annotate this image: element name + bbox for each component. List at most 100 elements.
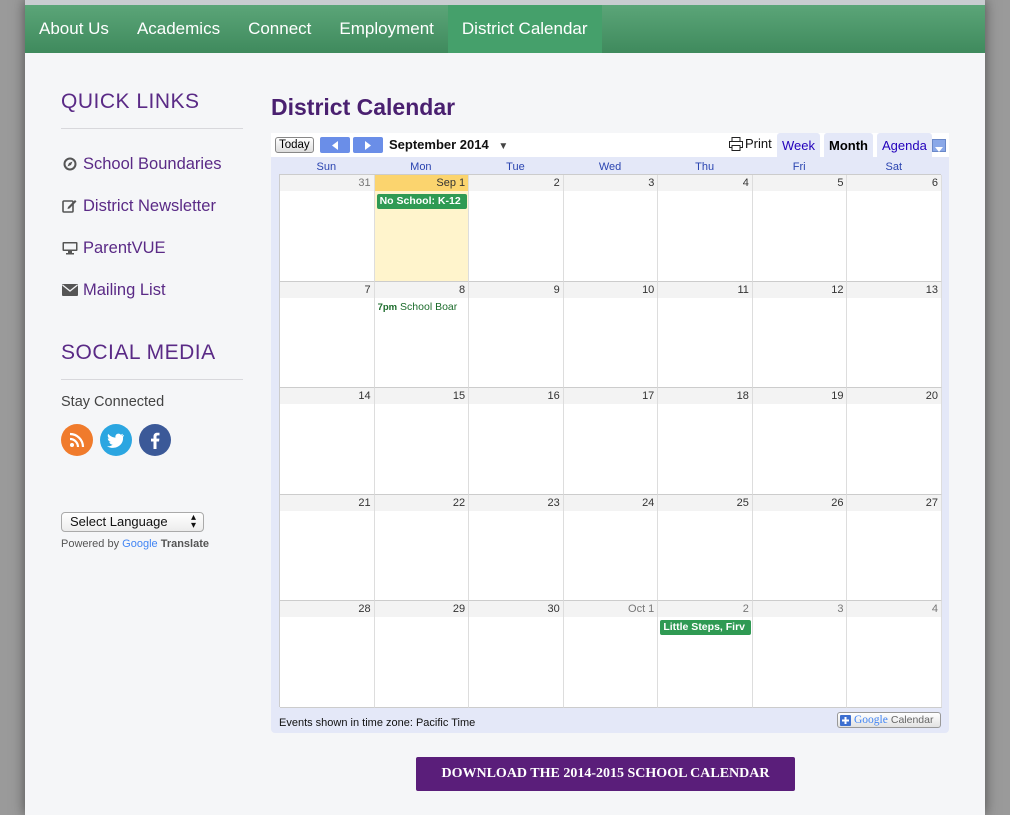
day-cell[interactable]: 26 (752, 494, 848, 602)
day-number[interactable]: 4 (847, 601, 942, 618)
day-number[interactable]: 13 (847, 281, 942, 298)
week-row: 28 29 30 Oct 1 2 Little Steps, Firv 3 4 (280, 601, 943, 708)
day-number[interactable]: 15 (374, 388, 469, 405)
day-number[interactable]: 24 (563, 494, 658, 511)
day-number[interactable]: 22 (374, 494, 469, 511)
download-calendar-button[interactable]: DOWNLOAD THE 2014-2015 SCHOOL CALENDAR (416, 757, 795, 791)
prev-month-button[interactable] (320, 137, 350, 153)
day-number[interactable]: 11 (658, 281, 752, 298)
day-cell[interactable]: 4 (658, 175, 753, 282)
day-number[interactable]: 21 (280, 494, 374, 511)
day-cell[interactable]: 17 (563, 388, 659, 495)
day-number[interactable]: 17 (563, 388, 658, 405)
day-number[interactable]: Sep 1 (374, 175, 469, 191)
tab-month[interactable]: Month (824, 133, 873, 157)
day-number[interactable]: 6 (847, 175, 942, 191)
day-number[interactable]: 7 (280, 281, 374, 298)
day-number[interactable]: 20 (847, 388, 942, 405)
facebook-icon[interactable] (139, 424, 171, 456)
day-cell[interactable]: 3 (563, 175, 659, 282)
nav-district-calendar[interactable]: District Calendar (447, 5, 602, 53)
google-word: Google (854, 714, 888, 726)
powered-by-google-translate[interactable]: Powered by Google Translate (61, 538, 243, 550)
calendar-event[interactable]: Little Steps, Firv (660, 620, 751, 636)
language-select[interactable]: Select Language ▴ ▾ (61, 512, 204, 532)
day-number[interactable]: 31 (280, 175, 374, 191)
today-button[interactable]: Today (275, 137, 314, 153)
day-cell[interactable]: 10 (563, 281, 659, 389)
month-picker[interactable]: September 2014 ▼ (389, 137, 508, 152)
day-number[interactable]: 27 (847, 494, 942, 511)
day-number[interactable]: 8 (374, 281, 469, 298)
day-cell[interactable]: 19 (752, 388, 848, 495)
day-number[interactable]: 4 (658, 175, 752, 191)
calendar-event[interactable]: No School: K-12 (376, 194, 468, 209)
day-cell[interactable]: 4 (847, 601, 943, 708)
rss-icon[interactable] (61, 424, 93, 456)
day-number[interactable]: 2 (658, 601, 752, 618)
day-number[interactable]: 19 (752, 388, 847, 405)
day-cell[interactable]: 31 (280, 175, 375, 282)
day-cell[interactable]: 2 (469, 175, 564, 282)
day-number[interactable]: 30 (469, 601, 563, 618)
day-cell[interactable]: 7 (280, 281, 375, 389)
day-cell[interactable]: 14 (280, 388, 375, 495)
day-cell[interactable]: 24 (563, 494, 659, 602)
day-number[interactable]: 12 (752, 281, 847, 298)
day-cell[interactable]: 30 (469, 601, 564, 708)
nav-connect[interactable]: Connect (234, 5, 325, 53)
twitter-icon[interactable] (100, 424, 132, 456)
quick-link-school-boundaries[interactable]: School Boundaries (61, 143, 243, 185)
day-number[interactable]: 14 (280, 388, 374, 405)
day-number[interactable]: 16 (469, 388, 563, 405)
day-cell[interactable]: 22 (374, 494, 470, 602)
nav-employment[interactable]: Employment (325, 5, 447, 53)
day-cell[interactable]: 5 (752, 175, 848, 282)
nav-academics[interactable]: Academics (123, 5, 234, 53)
day-number[interactable]: 2 (469, 175, 563, 191)
day-cell[interactable]: 16 (469, 388, 564, 495)
day-cell[interactable]: 2 Little Steps, Firv (658, 601, 753, 708)
day-cell[interactable]: 27 (847, 494, 943, 602)
day-cell[interactable]: 11 (658, 281, 753, 389)
day-cell[interactable]: 6 (847, 175, 943, 282)
quick-link-district-newsletter[interactable]: District Newsletter (61, 185, 243, 227)
print-button[interactable]: Print (729, 136, 772, 151)
day-cell[interactable]: 15 (374, 388, 470, 495)
day-cell[interactable]: 9 (469, 281, 564, 389)
day-cell[interactable]: 23 (469, 494, 564, 602)
day-number[interactable]: 3 (563, 175, 658, 191)
day-number[interactable]: 9 (469, 281, 563, 298)
day-number[interactable]: 10 (563, 281, 658, 298)
day-cell[interactable]: 8 7pm School Boar (374, 281, 470, 389)
day-number[interactable]: 3 (752, 601, 847, 618)
day-cell[interactable]: 20 (847, 388, 943, 495)
quick-link-mailing-list[interactable]: Mailing List (61, 269, 243, 311)
day-number[interactable]: 23 (469, 494, 563, 511)
day-cell[interactable]: 13 (847, 281, 943, 389)
add-to-google-calendar-button[interactable]: Google Calendar (837, 712, 941, 728)
day-cell[interactable]: 25 (658, 494, 753, 602)
day-number[interactable]: 28 (280, 601, 374, 618)
next-month-button[interactable] (353, 137, 383, 153)
nav-about-us[interactable]: About Us (25, 5, 123, 53)
day-number[interactable]: 25 (658, 494, 752, 511)
views-dropdown-button[interactable] (932, 139, 946, 152)
day-number[interactable]: 5 (752, 175, 847, 191)
day-cell[interactable]: 3 (752, 601, 848, 708)
day-number[interactable]: 29 (374, 601, 469, 618)
day-cell[interactable]: 28 (280, 601, 375, 708)
day-cell[interactable]: 18 (658, 388, 753, 495)
calendar-event[interactable]: 7pm School Boar (378, 301, 469, 313)
day-cell[interactable]: 29 (374, 601, 470, 708)
day-cell[interactable]: 12 (752, 281, 848, 389)
day-number[interactable]: 26 (752, 494, 847, 511)
day-number[interactable]: 18 (658, 388, 752, 405)
day-cell[interactable]: 21 (280, 494, 375, 602)
day-cell[interactable]: Sep 1 No School: K-12 (374, 175, 470, 282)
quick-link-parentvue[interactable]: ParentVUE (61, 227, 243, 269)
tab-agenda[interactable]: Agenda (877, 133, 932, 157)
day-number[interactable]: Oct 1 (563, 601, 658, 618)
tab-week[interactable]: Week (777, 133, 820, 157)
day-cell[interactable]: Oct 1 (563, 601, 659, 708)
